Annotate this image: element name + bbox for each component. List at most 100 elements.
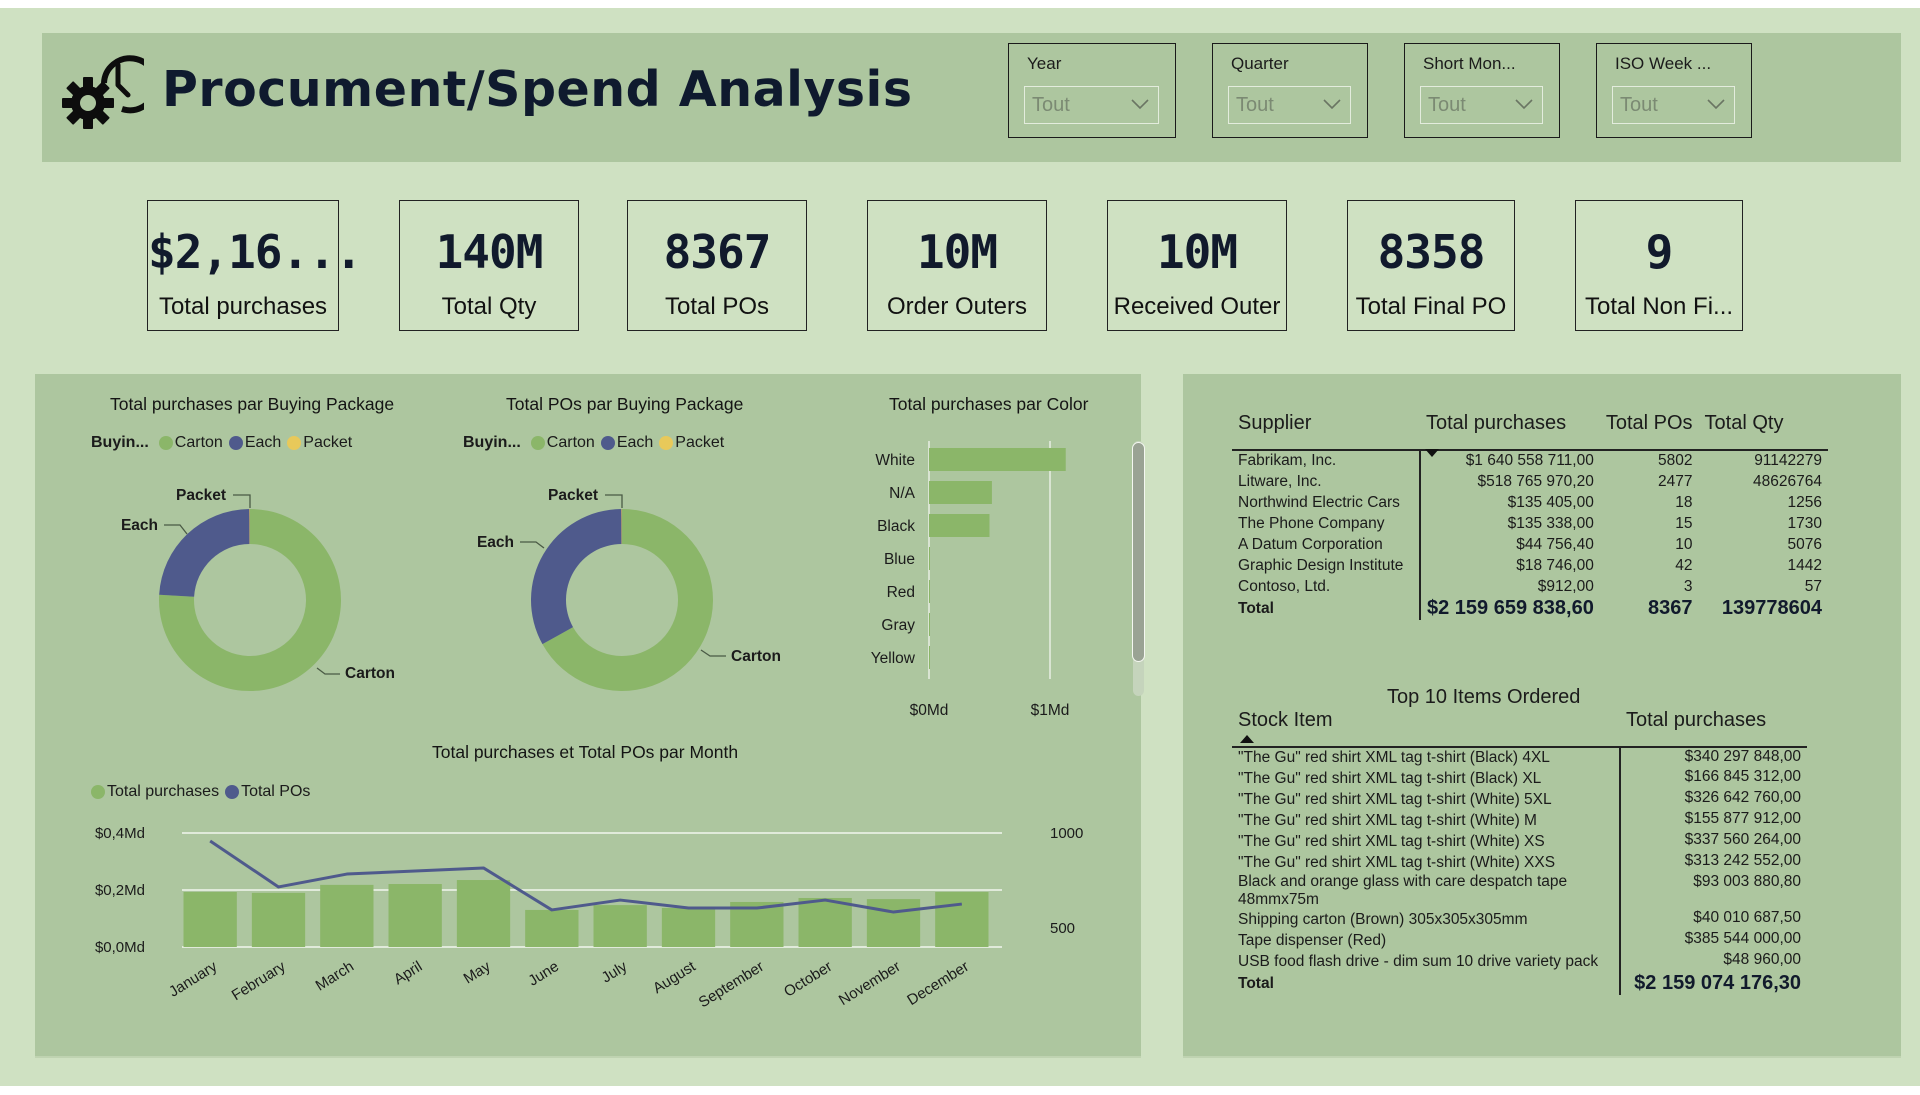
column-header-supplier[interactable]: Supplier — [1232, 412, 1420, 450]
sort-ascending-icon[interactable] — [1240, 735, 1254, 743]
bar-red[interactable] — [929, 580, 930, 603]
table-row[interactable]: "The Gu" red shirt XML tag t-shirt (Whit… — [1232, 810, 1807, 831]
table-row[interactable]: "The Gu" red shirt XML tag t-shirt (Blac… — [1232, 768, 1807, 789]
table-row[interactable]: Contoso, Ltd. $912,00 3 57 — [1232, 576, 1828, 597]
y-tick-label: $0,4Md — [95, 825, 145, 842]
y2-tick-label: 500 — [1050, 920, 1075, 937]
bar-january[interactable] — [183, 891, 237, 947]
bar-white[interactable] — [929, 448, 1066, 471]
legend-item-total-pos[interactable]: Total POs — [225, 783, 310, 801]
bar-na[interactable] — [929, 481, 992, 504]
total-purchases-cell: $48 960,00 — [1723, 951, 1801, 968]
kpi-label: Total purchases — [158, 293, 328, 320]
slicer-short-month-label: Short Mon... — [1423, 54, 1516, 73]
bar-october[interactable] — [798, 897, 852, 947]
table-row[interactable]: "The Gu" red shirt XML tag t-shirt (Whit… — [1232, 852, 1807, 873]
legend-label: Carton — [174, 434, 223, 451]
table-row[interactable]: Shipping carton (Brown) 305x305x305mm $40… — [1232, 909, 1807, 930]
total-purchases-cell: $166 845 312,00 — [1684, 768, 1801, 785]
total-purchases-cell: $155 877 912,00 — [1684, 810, 1801, 827]
table-row[interactable]: "The Gu" red shirt XML tag t-shirt (Whit… — [1232, 789, 1807, 810]
bar-july[interactable] — [593, 905, 647, 947]
supplier-matrix: Supplier Total purchases Total POs Total… — [1232, 412, 1828, 620]
bar-august[interactable] — [661, 907, 716, 947]
leader-line-each — [164, 524, 188, 535]
bar-yellow[interactable] — [929, 646, 930, 669]
table-row[interactable]: "The Gu" red shirt XML tag t-shirt (Blac… — [1232, 747, 1807, 768]
table-row[interactable]: Tape dispenser (Red) $385 544 000,00 — [1232, 930, 1807, 951]
legend-item-packet[interactable]: Packet — [287, 434, 352, 452]
stock-item-cell: Shipping carton (Brown) 305x305x305mm — [1232, 909, 1621, 930]
total-qty-cell: 57 — [1804, 577, 1822, 595]
column-header-total-purchases[interactable]: Total purchases — [1420, 412, 1600, 450]
slicer-quarter-dropdown[interactable]: Tout — [1228, 86, 1351, 124]
x-tick-label: July — [599, 958, 631, 987]
x-tick-label: January — [166, 958, 221, 1001]
kpi-label: Total Qty — [441, 293, 537, 320]
bar-gray[interactable] — [929, 613, 930, 636]
bar-april[interactable] — [388, 884, 442, 947]
column-header-stock-item[interactable]: Stock Item — [1232, 709, 1620, 747]
slicer-iso-week-dropdown[interactable]: Tout — [1612, 86, 1735, 124]
sort-descending-icon[interactable] — [1425, 449, 1439, 457]
kpi-label: Total Final PO — [1355, 293, 1507, 320]
bar-may[interactable] — [456, 880, 511, 947]
column-header-total-qty[interactable]: Total Qty — [1699, 412, 1828, 450]
legend-item-each[interactable]: Each — [600, 434, 653, 452]
legend-title: Buyin... — [463, 434, 521, 451]
column-header-total-pos[interactable]: Total POs — [1600, 412, 1699, 450]
kpi-value: $2,16... — [148, 225, 363, 279]
x-tick-label: May — [461, 958, 494, 988]
table-row[interactable]: Black and orange glass with care despatc… — [1232, 873, 1807, 909]
legend-item-each[interactable]: Each — [228, 434, 282, 452]
legend-item-carton[interactable]: Carton — [158, 434, 223, 452]
total-purchases-cell: $1 640 558 711,00 — [1465, 452, 1594, 469]
legend-item-carton[interactable]: Carton — [530, 434, 595, 452]
items-table-title: Top 10 Items Ordered — [1387, 686, 1581, 708]
legend-dot-each — [600, 436, 615, 450]
table-row[interactable]: "The Gu" red shirt XML tag t-shirt (Whit… — [1232, 831, 1807, 852]
chevron-down-icon — [1323, 99, 1341, 110]
table-row[interactable]: The Phone Company $135 338,00 15 1730 — [1232, 513, 1828, 534]
donut-slice-each[interactable] — [159, 509, 250, 597]
total-purchases-cell: $340 297 848,00 — [1684, 748, 1801, 765]
bar-black[interactable] — [929, 514, 990, 537]
bar-december[interactable] — [935, 891, 989, 947]
donut2-title: Total POs par Buying Package — [506, 394, 744, 414]
total-label: Total — [1232, 597, 1421, 620]
bar-blue[interactable] — [929, 547, 930, 570]
bar-june[interactable] — [525, 909, 579, 947]
legend-label: Each — [244, 434, 282, 451]
total-pos-cell: 5802 — [1658, 452, 1693, 469]
legend-item-total-purchases[interactable]: Total purchases — [91, 783, 219, 801]
total-label: Total — [1232, 972, 1621, 995]
legend-label: Packet — [303, 434, 353, 451]
bar-november[interactable] — [866, 899, 921, 947]
table-row[interactable]: USB food flash drive - dim sum 10 drive … — [1232, 951, 1807, 972]
x-tick-label: August — [650, 958, 699, 998]
table-row[interactable]: Fabrikam, Inc. $1 640 558 711,00 5802 91142… — [1232, 450, 1828, 471]
total-purchases-cell: $313 242 552,00 — [1684, 852, 1801, 869]
table-row[interactable]: Litware, Inc. $518 765 970,20 2477 48626764 — [1232, 471, 1828, 492]
slicer-short-month-dropdown[interactable]: Tout — [1420, 86, 1543, 124]
table-row[interactable]: A Datum Corporation $44 756,40 10 5076 — [1232, 534, 1828, 555]
color-chart-scrollbar-thumb[interactable] — [1132, 442, 1145, 662]
y-category-label: Red — [887, 584, 915, 601]
leader-line-carton — [316, 667, 340, 675]
table-row[interactable]: Northwind Electric Cars $135 405,00 18 1256 — [1232, 492, 1828, 513]
donut-slice-each[interactable] — [531, 509, 622, 645]
y-tick-label: $0,0Md — [95, 939, 145, 956]
table-row[interactable]: Graphic Design Institute $18 746,00 42 1442 — [1232, 555, 1828, 576]
bar-march[interactable] — [320, 884, 374, 947]
total-purchases-cell: $93 003 880,80 — [1693, 873, 1801, 890]
total-qty-cell: 1442 — [1787, 556, 1822, 574]
y-tick-label: $0,2Md — [95, 882, 145, 899]
stock-item-cell: Black and orange glass with care despatc… — [1232, 873, 1621, 909]
leader-line-packet — [605, 494, 623, 508]
bar-february[interactable] — [251, 892, 306, 947]
legend-label: Carton — [546, 434, 595, 451]
legend-item-packet[interactable]: Packet — [659, 434, 724, 452]
slicer-year-dropdown[interactable]: Tout — [1024, 86, 1159, 124]
column-header-total-purchases[interactable]: Total purchases — [1620, 709, 1807, 747]
page-title: Procument/Spend Analysis — [162, 61, 913, 118]
